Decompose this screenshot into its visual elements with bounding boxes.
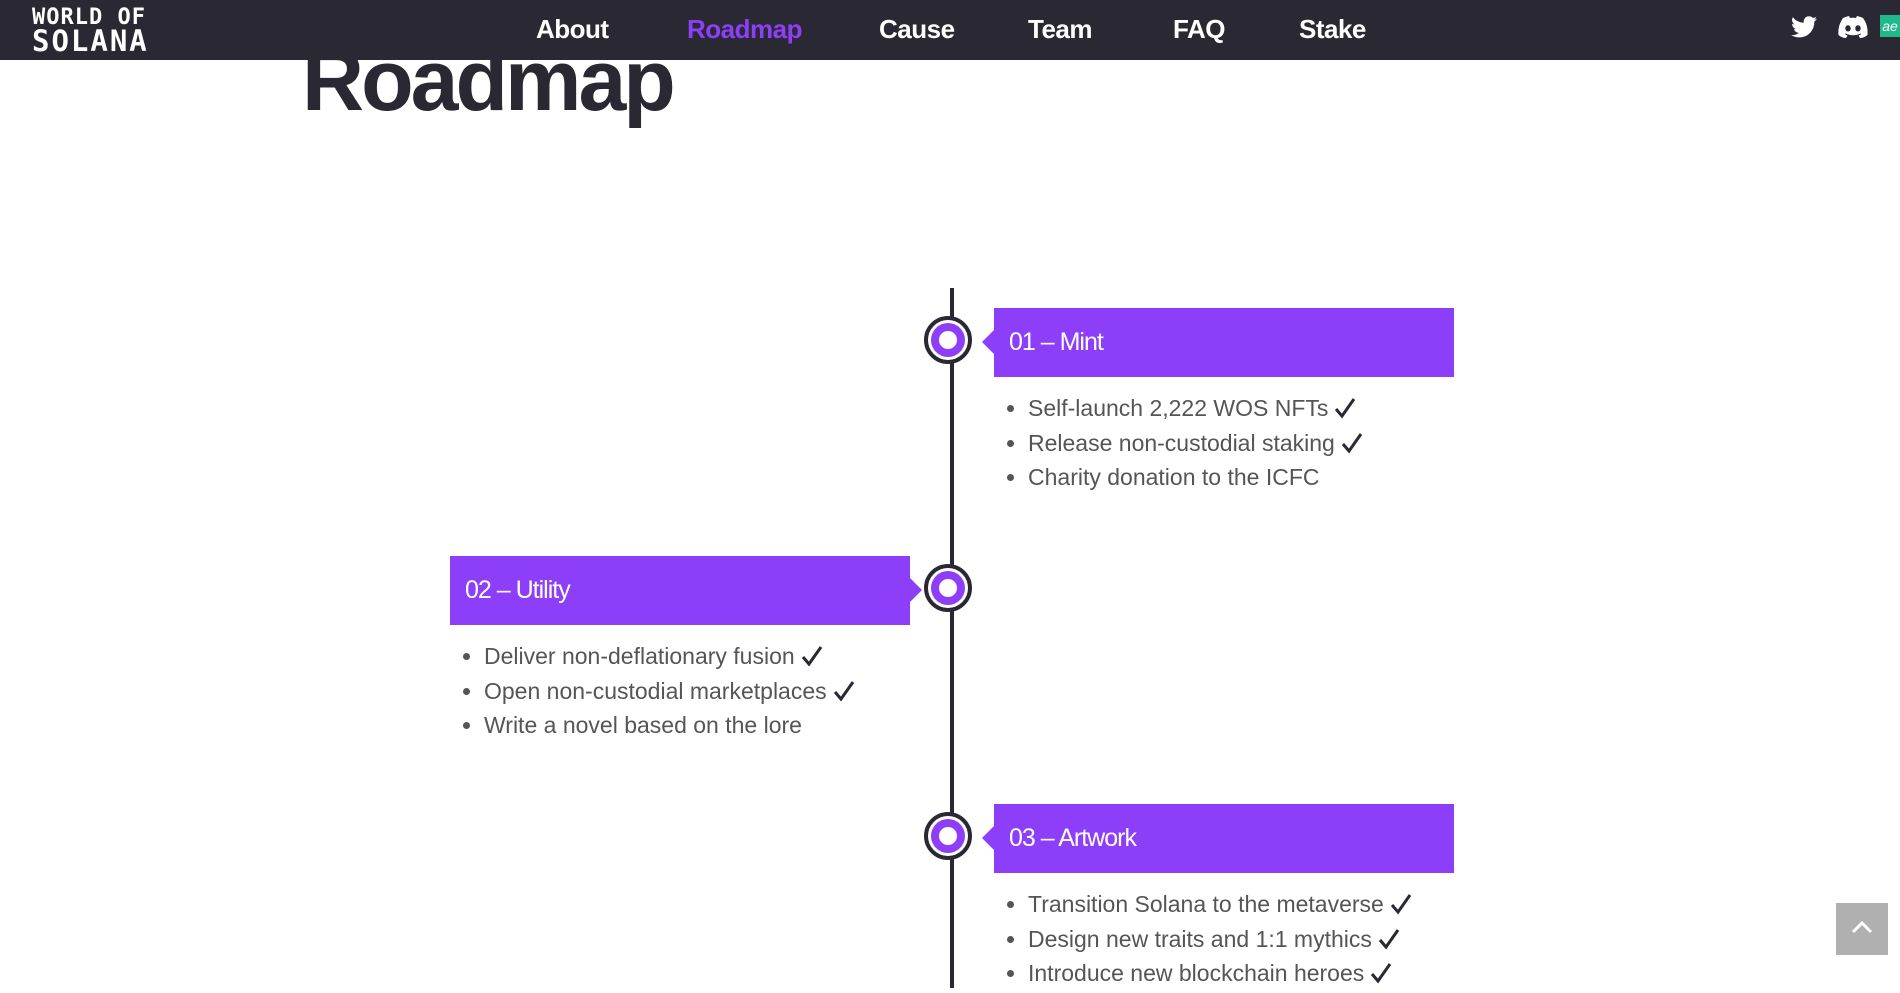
- extension-badge[interactable]: ae: [1880, 15, 1900, 37]
- list-item: Write a novel based on the lore: [484, 710, 855, 742]
- checkmark-icon: [1341, 431, 1363, 463]
- nav-about[interactable]: About: [536, 14, 609, 45]
- phase-header: 01 – Mint: [982, 308, 1454, 377]
- list-item: Transition Solana to the metaverse: [1028, 889, 1412, 924]
- checkmark-icon: [1334, 396, 1356, 428]
- chevron-up-icon: [1851, 920, 1873, 939]
- checkmark-icon: [833, 679, 855, 711]
- phase-header: 02 – Utility: [450, 556, 922, 625]
- nav-team[interactable]: Team: [1028, 14, 1093, 45]
- list-item-text: Self-launch 2,222 WOS NFTs: [1028, 395, 1329, 421]
- nav-cause[interactable]: Cause: [879, 14, 955, 45]
- list-item-text: Write a novel based on the lore: [484, 712, 802, 738]
- list-item-text: Introduce new blockchain heroes: [1028, 960, 1365, 986]
- list-item: Design new traits and 1:1 mythics: [1028, 924, 1412, 959]
- timeline-node: [924, 812, 972, 860]
- list-item: Self-launch 2,222 WOS NFTs: [1028, 393, 1363, 428]
- twitter-icon[interactable]: [1791, 16, 1817, 43]
- list-item: Release non-custodial staking: [1028, 428, 1363, 463]
- phase-list: Transition Solana to the metaverse Desig…: [994, 889, 1412, 993]
- list-item-text: Open non-custodial marketplaces: [484, 677, 827, 704]
- list-item: Charity donation to the ICFC: [1028, 462, 1363, 494]
- timeline-line: [950, 288, 954, 988]
- list-item: Introduce new blockchain heroes: [1028, 958, 1412, 993]
- list-item-text: Charity donation to the ICFC: [1028, 464, 1320, 490]
- phase-list: Self-launch 2,222 WOS NFTs Release non-c…: [994, 393, 1363, 494]
- nav-roadmap[interactable]: Roadmap: [687, 14, 802, 45]
- list-item-text: Design new traits and 1:1 mythics: [1028, 925, 1372, 952]
- back-to-top-button[interactable]: [1836, 903, 1888, 955]
- logo-line-2: SOLANA: [32, 24, 149, 58]
- checkmark-icon: [1370, 961, 1392, 993]
- list-item-text: Transition Solana to the metaverse: [1028, 891, 1384, 917]
- checkmark-icon: [801, 644, 823, 676]
- world-of-solana-logo[interactable]: WORLD OF SOLANA: [32, 7, 149, 58]
- nav-faq[interactable]: FAQ: [1173, 14, 1225, 45]
- phase-header: 03 – Artwork: [982, 804, 1454, 873]
- timeline-node: [924, 564, 972, 612]
- checkmark-icon: [1390, 892, 1412, 924]
- list-item-text: Deliver non-deflationary fusion: [484, 643, 795, 669]
- list-item: Deliver non-deflationary fusion: [484, 641, 855, 676]
- phase-list: Deliver non-deflationary fusion Open non…: [450, 641, 855, 742]
- top-navbar: WORLD OF SOLANA About Roadmap Cause Team…: [0, 0, 1900, 60]
- nav-stake[interactable]: Stake: [1299, 14, 1366, 45]
- timeline-node: [924, 316, 972, 364]
- list-item: Open non-custodial marketplaces: [484, 676, 855, 711]
- checkmark-icon: [1378, 927, 1400, 959]
- discord-icon[interactable]: [1838, 16, 1868, 43]
- list-item-text: Release non-custodial staking: [1028, 429, 1335, 456]
- main-nav: About Roadmap Cause Team FAQ Stake: [0, 0, 1900, 60]
